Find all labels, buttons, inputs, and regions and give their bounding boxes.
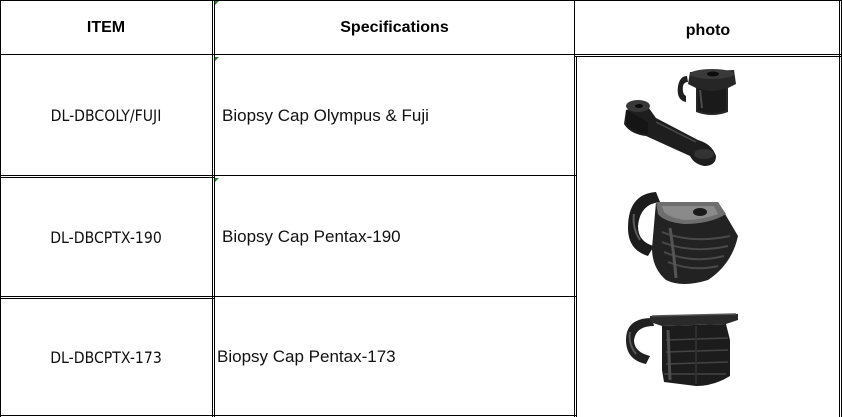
table-row-item: DL-DBCPTX-173 <box>13 299 200 415</box>
header-item: ITEM <box>0 1 212 54</box>
spec-text: Biopsy Cap Olympus & Fuji <box>222 105 429 125</box>
header-specifications: Specifications <box>215 1 574 54</box>
column-divider-1 <box>212 0 213 417</box>
table-row-spec: Biopsy Cap Pentax-173 <box>217 299 572 415</box>
item-code: DL-DBCPTX-173 <box>50 347 162 367</box>
table-border-right <box>839 0 840 417</box>
table-row-spec: Biopsy Cap Pentax-190 <box>222 178 572 296</box>
spec-text: Biopsy Cap Pentax-173 <box>217 347 396 366</box>
column-divider-2 <box>574 0 575 417</box>
header-specifications-label: Specifications <box>340 18 449 36</box>
table-row-item: DL-DBCPTX-190 <box>13 178 200 296</box>
table-border-left <box>0 0 1 417</box>
row-divider-3 <box>0 415 576 416</box>
product-table: ITEM Specifications photo DL-DBCOLY/FUJI… <box>0 0 842 417</box>
spec-text: Biopsy Cap Pentax-190 <box>222 227 401 246</box>
header-photo: photo <box>577 4 839 57</box>
item-code: DL-DBCPTX-190 <box>50 227 162 247</box>
table-row-item: DL-DBCOLY/FUJI <box>13 56 200 175</box>
biopsy-cap-pentax-173-photo <box>626 313 738 386</box>
row-divider-2 <box>0 296 576 297</box>
header-item-label: ITEM <box>86 18 126 36</box>
biopsy-cap-pentax-190-photo <box>628 192 738 284</box>
column-divider-1b <box>214 0 215 417</box>
cell-marker <box>215 57 219 61</box>
column-divider-2b <box>576 56 577 417</box>
table-row-spec: Biopsy Cap Olympus & Fuji <box>222 56 572 175</box>
item-code: DL-DBCOLY/FUJI <box>50 106 162 125</box>
row-divider-1 <box>0 175 576 176</box>
biopsy-cap-olympus-fuji-photo <box>624 69 736 166</box>
header-photo-label: photo <box>685 21 731 39</box>
cell-marker <box>215 178 219 182</box>
